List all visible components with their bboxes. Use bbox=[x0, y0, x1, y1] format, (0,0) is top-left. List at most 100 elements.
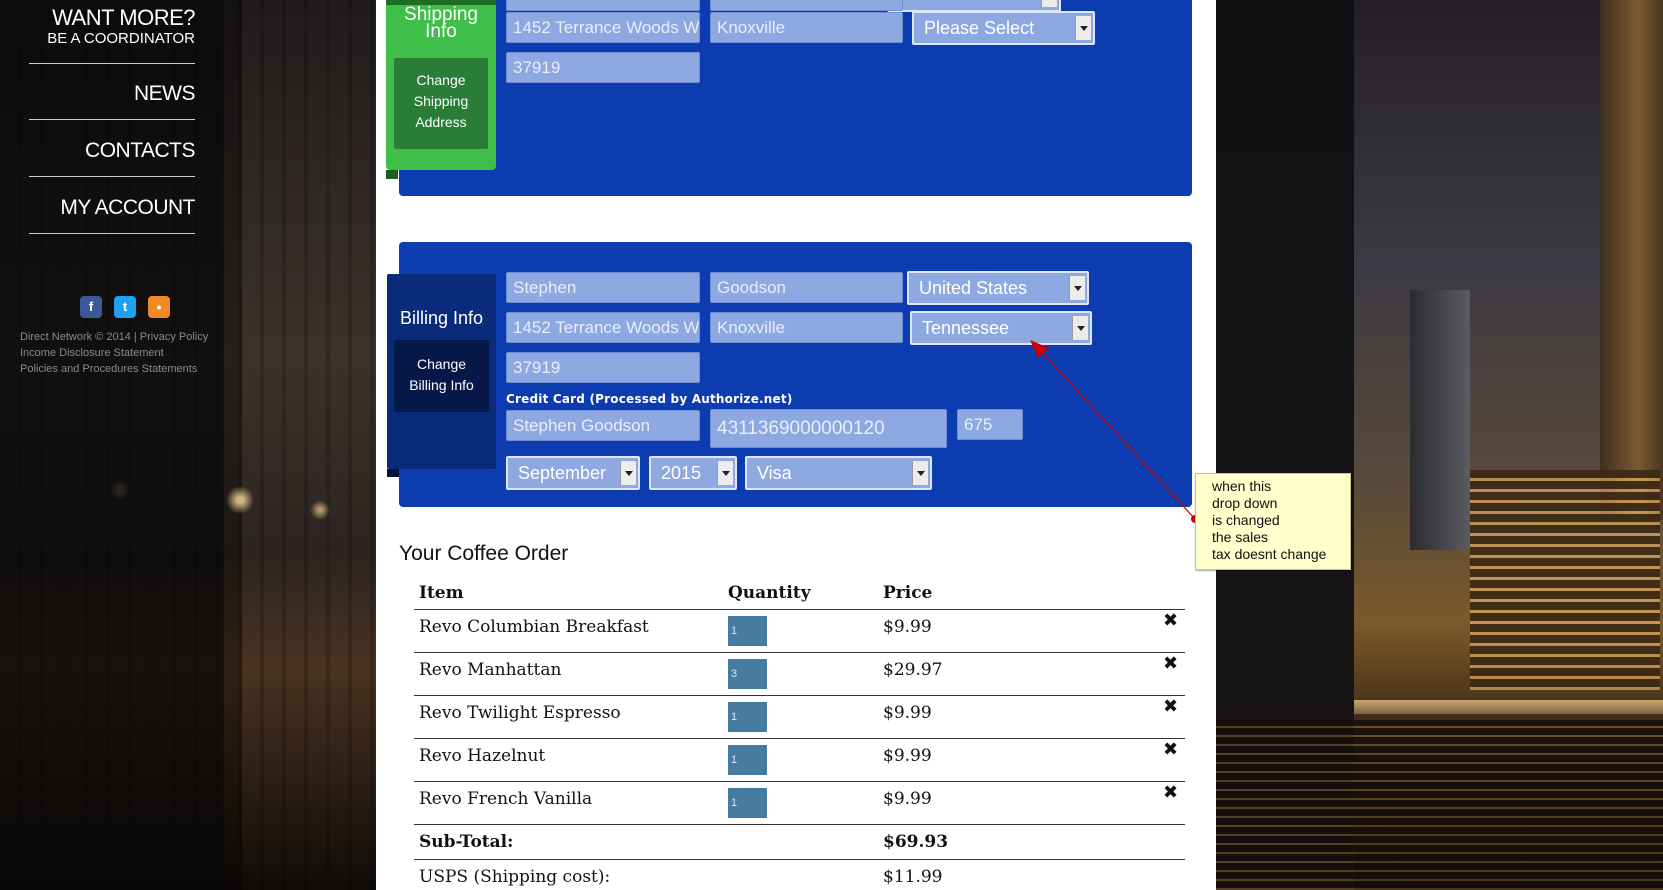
billing-address-field[interactable]: 1452 Terrance Woods Way bbox=[506, 312, 700, 343]
card-type-value: Visa bbox=[757, 463, 792, 483]
annotation-line-5: tax doesnt change bbox=[1212, 546, 1327, 562]
chevron-down-icon bbox=[1072, 316, 1088, 340]
row-divider bbox=[414, 652, 1185, 653]
cc-name-field[interactable]: Stephen Goodson bbox=[506, 410, 700, 441]
shipping-name-field[interactable] bbox=[506, 0, 700, 11]
subtotal-value: $69.93 bbox=[883, 832, 949, 852]
exp-month-value: September bbox=[518, 463, 607, 483]
shipping-cost-label: USPS (Shipping cost): bbox=[419, 867, 611, 887]
footer-policies[interactable]: Policies and Procedures Statements bbox=[20, 361, 197, 377]
quantity-input[interactable]: 3 bbox=[728, 659, 767, 689]
background-tower bbox=[1410, 290, 1470, 550]
billing-panel: Stephen Goodson United States 1452 Terra… bbox=[399, 242, 1192, 507]
remove-item-icon[interactable]: ✖ bbox=[1163, 610, 1178, 631]
item-name: Revo Manhattan bbox=[419, 660, 562, 680]
annotation-line-1: when this bbox=[1212, 478, 1272, 494]
twitter-icon[interactable]: t bbox=[114, 296, 136, 318]
annotation-note: when this drop down is changed the sales… bbox=[1195, 473, 1351, 570]
annotation-line-2: drop down bbox=[1212, 495, 1278, 511]
shipping-address-field[interactable]: 1452 Terrance Woods Way bbox=[506, 12, 700, 43]
background-tower bbox=[1600, 0, 1663, 520]
remove-item-icon[interactable]: ✖ bbox=[1163, 782, 1178, 803]
nav-divider bbox=[29, 119, 195, 120]
quantity-input[interactable]: 1 bbox=[728, 616, 767, 646]
exp-month-select[interactable]: September bbox=[506, 456, 640, 490]
background-column bbox=[224, 0, 242, 890]
billing-tab: Billing Info Change Billing Info bbox=[387, 274, 496, 469]
billing-last-name-field[interactable]: Goodson bbox=[710, 272, 903, 303]
chevron-down-icon bbox=[1075, 16, 1091, 40]
shipping-city-field[interactable]: Knoxville bbox=[710, 12, 903, 43]
promo-subtitle: BE A COORDINATOR bbox=[47, 30, 195, 47]
item-price: $9.99 bbox=[883, 703, 932, 723]
item-name: Revo Hazelnut bbox=[419, 746, 546, 766]
chevron-down-icon bbox=[1069, 276, 1085, 300]
billing-state-value: Tennessee bbox=[922, 318, 1010, 338]
billing-zip-field[interactable]: 37919 bbox=[506, 352, 700, 383]
billing-city-field[interactable]: Knoxville bbox=[710, 312, 903, 343]
background-water bbox=[1216, 720, 1663, 890]
header-quantity: Quantity bbox=[728, 583, 811, 603]
chevron-down-icon bbox=[717, 461, 733, 485]
chevron-down-icon bbox=[912, 461, 928, 485]
remove-item-icon[interactable]: ✖ bbox=[1163, 739, 1178, 760]
rss-icon[interactable]: ● bbox=[148, 296, 170, 318]
item-price: $29.97 bbox=[883, 660, 943, 680]
row-divider bbox=[414, 824, 1185, 825]
shipping-tab-fold bbox=[386, 170, 398, 179]
exp-year-select[interactable]: 2015 bbox=[649, 456, 737, 490]
background-bridge bbox=[1354, 700, 1663, 714]
header-price: Price bbox=[883, 583, 933, 603]
row-divider bbox=[414, 859, 1185, 860]
remove-item-icon[interactable]: ✖ bbox=[1163, 653, 1178, 674]
billing-country-value: United States bbox=[919, 278, 1028, 298]
remove-item-icon[interactable]: ✖ bbox=[1163, 696, 1178, 717]
billing-state-select[interactable]: Tennessee bbox=[910, 311, 1092, 345]
sidebar: WANT MORE? BE A COORDINATOR NEWS CONTACT… bbox=[0, 0, 224, 890]
shipping-state-value: Please Select bbox=[924, 18, 1035, 38]
nav-divider bbox=[29, 63, 195, 64]
annotation-line-3: is changed bbox=[1212, 512, 1280, 528]
order-title: Your Coffee Order bbox=[399, 542, 569, 565]
nav-my-account[interactable]: MY ACCOUNT bbox=[60, 196, 195, 220]
card-type-select[interactable]: Visa bbox=[745, 456, 932, 490]
credit-card-label: Credit Card (Processed by Authorize.net) bbox=[506, 392, 793, 406]
row-divider bbox=[414, 738, 1185, 739]
cc-cvv-field[interactable]: 675 bbox=[957, 409, 1023, 440]
shipping-last-name-field[interactable] bbox=[710, 0, 903, 11]
header-item: Item bbox=[419, 583, 464, 603]
coordinator-promo[interactable]: WANT MORE? BE A COORDINATOR bbox=[47, 6, 195, 48]
shipping-state-select[interactable]: Please Select bbox=[912, 11, 1095, 45]
row-divider bbox=[414, 695, 1185, 696]
quantity-input[interactable]: 1 bbox=[728, 745, 767, 775]
change-shipping-button[interactable]: Change Shipping Address bbox=[394, 58, 488, 149]
billing-country-select[interactable]: United States bbox=[907, 271, 1089, 305]
subtotal-label: Sub-Total: bbox=[419, 832, 514, 852]
nav-divider bbox=[29, 233, 195, 234]
shipping-cost-value: $11.99 bbox=[883, 867, 943, 887]
nav-news[interactable]: NEWS bbox=[134, 82, 196, 106]
chevron-down-icon bbox=[1041, 0, 1057, 7]
facebook-icon[interactable]: f bbox=[80, 296, 102, 318]
annotation-line-4: the sales bbox=[1212, 529, 1269, 545]
promo-title: WANT MORE? bbox=[52, 5, 195, 30]
item-name: Revo French Vanilla bbox=[419, 789, 593, 809]
item-price: $9.99 bbox=[883, 789, 932, 809]
footer-income-disclosure[interactable]: Income Disclosure Statement bbox=[20, 345, 164, 361]
chevron-down-icon bbox=[620, 461, 636, 485]
change-billing-button[interactable]: Change Billing Info bbox=[394, 340, 489, 412]
cc-number-field[interactable]: 4311369000000120 bbox=[710, 409, 947, 448]
shipping-zip-field[interactable]: 37919 bbox=[506, 52, 700, 83]
quantity-input[interactable]: 1 bbox=[728, 702, 767, 732]
footer-copyright[interactable]: Direct Network © 2014 | Privacy Policy bbox=[20, 329, 208, 345]
billing-title: Billing Info bbox=[399, 308, 484, 328]
billing-first-name-field[interactable]: Stephen bbox=[506, 272, 700, 303]
quantity-input[interactable]: 1 bbox=[728, 788, 767, 818]
item-name: Revo Twilight Espresso bbox=[419, 703, 621, 723]
nav-contacts[interactable]: CONTACTS bbox=[85, 139, 195, 163]
background-building-lights bbox=[1470, 470, 1660, 690]
item-price: $9.99 bbox=[883, 746, 932, 766]
row-divider bbox=[414, 781, 1185, 782]
shipping-tab: Shipping Info Change Shipping Address bbox=[386, 0, 496, 170]
nav-divider bbox=[29, 176, 195, 177]
